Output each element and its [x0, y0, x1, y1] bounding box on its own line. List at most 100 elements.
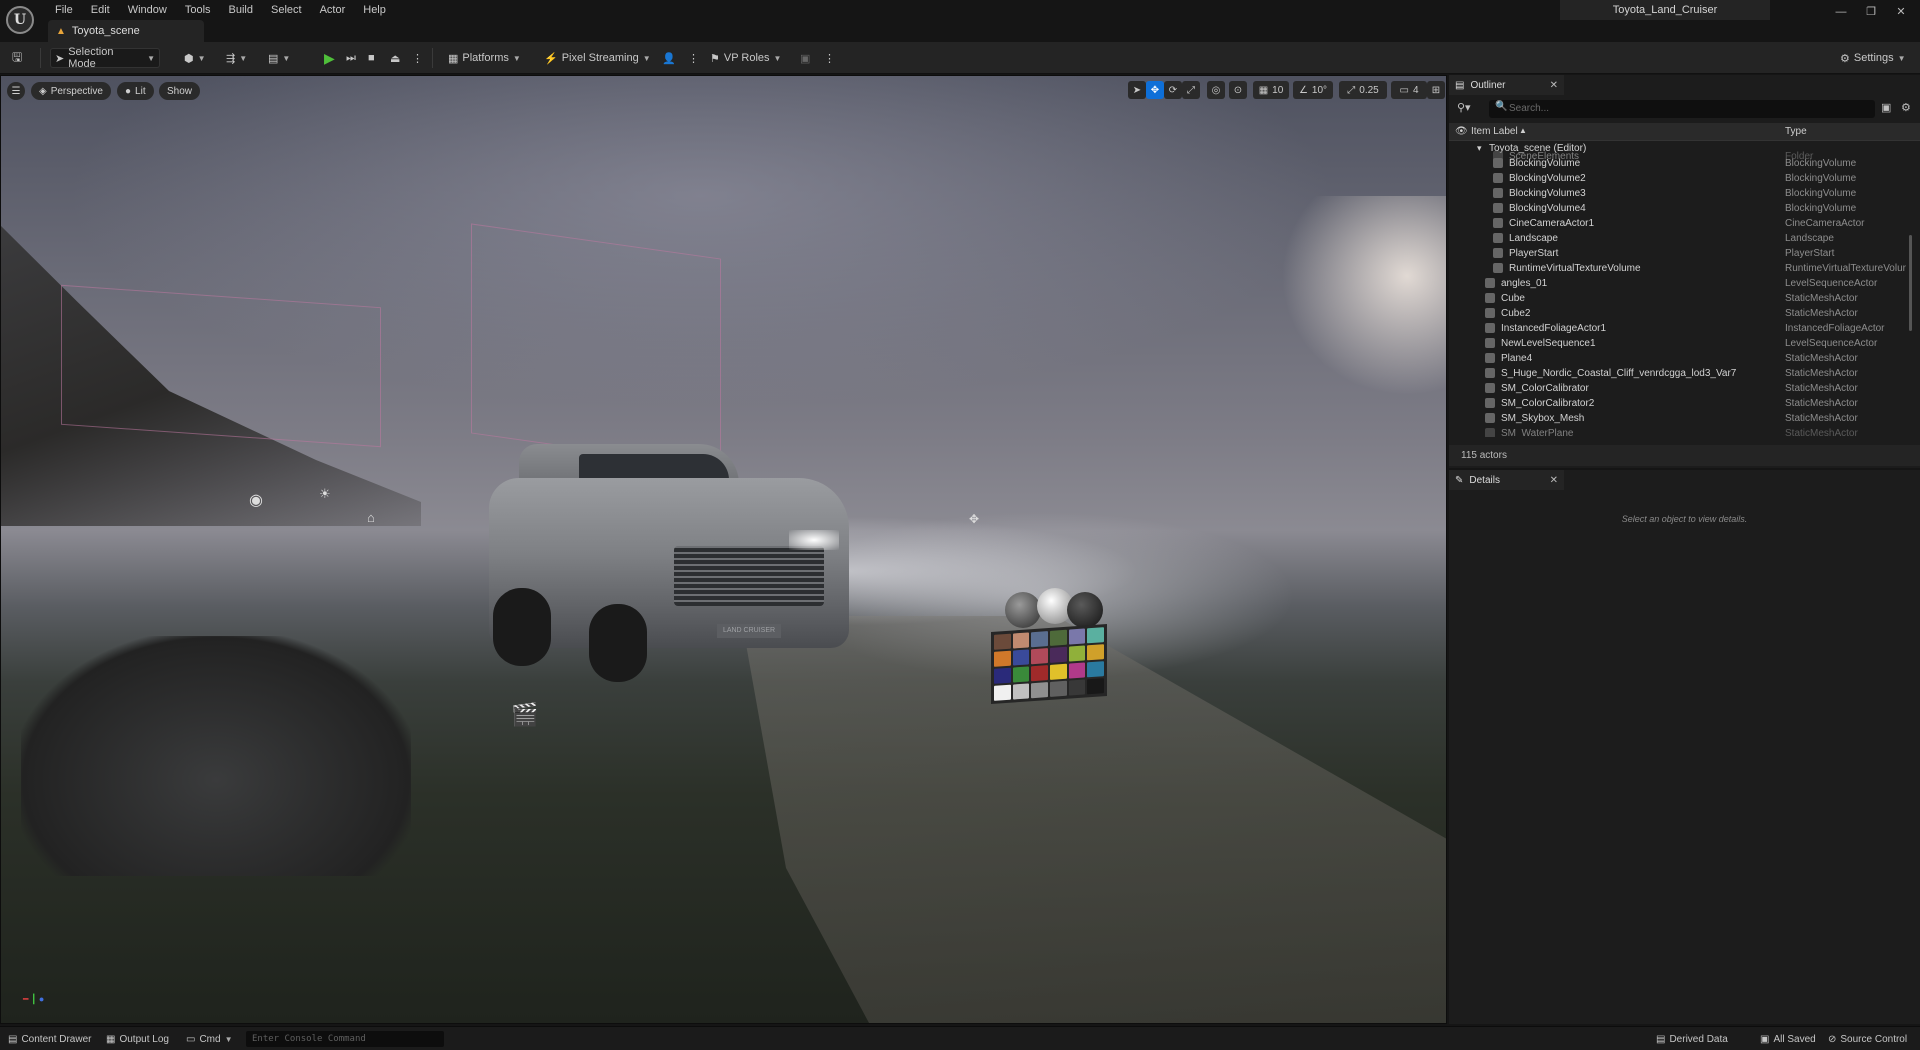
menu-select[interactable]: Select: [262, 2, 311, 18]
tree-row[interactable]: SM_Skybox_Mesh StaticMeshActor: [1449, 411, 1920, 426]
add-folder-icon[interactable]: ▣: [1881, 101, 1891, 114]
kebab-menu-icon: ⋮: [824, 52, 835, 65]
outliner-search-input[interactable]: Search...: [1489, 100, 1875, 118]
actor-type-icon: [1485, 413, 1495, 423]
scale-tool-button[interactable]: ⤢: [1182, 81, 1200, 99]
tree-row-partial[interactable]: SM_WaterPlane StaticMeshActor: [1449, 426, 1920, 437]
tree-row[interactable]: BlockingVolume BlockingVolume: [1449, 156, 1920, 171]
camera-actor-icon[interactable]: ✥: [969, 512, 979, 526]
eye-icon[interactable]: 👁: [1455, 126, 1468, 137]
color-checker-chart[interactable]: [991, 623, 1107, 705]
menu-edit[interactable]: Edit: [82, 2, 119, 18]
cinematics-button[interactable]: ▤ ▼: [264, 48, 294, 68]
tree-row[interactable]: Cube2 StaticMeshActor: [1449, 306, 1920, 321]
tree-row[interactable]: NewLevelSequence1 LevelSequenceActor: [1449, 336, 1920, 351]
restore-button[interactable]: ❐: [1856, 2, 1886, 22]
tree-row[interactable]: InstancedFoliageActor1 InstancedFoliageAc…: [1449, 321, 1920, 336]
selection-mode-dropdown[interactable]: ➤ Selection Mode ▼: [50, 46, 160, 70]
source-control-button[interactable]: ⊘ Source Control: [1828, 1031, 1907, 1047]
multi-user-options-button[interactable]: ⋮: [820, 48, 839, 68]
platforms-dropdown[interactable]: ▦ Platforms ▼: [444, 48, 525, 68]
close-icon[interactable]: ✕: [1550, 475, 1558, 486]
menu-window[interactable]: Window: [119, 2, 176, 18]
play-options-button[interactable]: ⋮: [408, 48, 427, 68]
maximize-viewport-button[interactable]: ⊞: [1427, 81, 1445, 99]
derived-data-button[interactable]: ▤ Derived Data: [1656, 1031, 1728, 1047]
axis-z-icon: ●: [38, 994, 45, 1004]
directional-light-icon[interactable]: ☀: [319, 486, 331, 502]
output-log-button[interactable]: ▦ Output Log: [106, 1031, 169, 1047]
world-local-toggle[interactable]: ◎: [1207, 81, 1225, 99]
tree-row[interactable]: S_Huge_Nordic_Coastal_Cliff_venrdcgga_lo…: [1449, 366, 1920, 381]
translate-tool-button[interactable]: ✥: [1146, 81, 1164, 99]
type-column-header[interactable]: Type: [1785, 126, 1807, 137]
minimize-button[interactable]: —: [1826, 2, 1856, 22]
camera-speed-button[interactable]: ▭ 4: [1391, 81, 1427, 99]
play-icon: ▶: [324, 49, 335, 66]
blueprint-button[interactable]: ⇶ ▼: [222, 48, 251, 68]
select-tool-button[interactable]: ➤: [1128, 81, 1146, 99]
tree-row[interactable]: RuntimeVirtualTextureVolume RuntimeVirtua…: [1449, 261, 1920, 276]
close-window-button[interactable]: ✕: [1886, 2, 1916, 22]
menu-tools[interactable]: Tools: [176, 2, 220, 18]
color-swatch: [1012, 649, 1030, 666]
step-button[interactable]: ⏭: [342, 48, 360, 68]
level-document-tab[interactable]: ▲ Toyota_scene: [48, 20, 204, 42]
player-start-icon[interactable]: ⌂: [367, 510, 375, 525]
rotation-snap-value: 10°: [1311, 84, 1328, 96]
menu-file[interactable]: File: [46, 2, 82, 18]
vp-options-button[interactable]: ⋮: [684, 48, 703, 68]
vp-roles-dropdown[interactable]: ⚑ VP Roles ▼: [706, 48, 785, 68]
tree-row[interactable]: PlayerStart PlayerStart: [1449, 246, 1920, 261]
pixel-streaming-dropdown[interactable]: ⚡ Pixel Streaming ▼: [540, 48, 655, 68]
rotate-tool-button[interactable]: ⟳: [1164, 81, 1182, 99]
tree-row[interactable]: SM_ColorCalibrator StaticMeshActor: [1449, 381, 1920, 396]
save-button[interactable]: 🖫: [8, 48, 26, 68]
show-button[interactable]: Show: [159, 82, 201, 100]
all-saved-button[interactable]: ▣ All Saved: [1760, 1031, 1816, 1047]
tree-row[interactable]: Landscape Landscape: [1449, 231, 1920, 246]
tree-row[interactable]: BlockingVolume3 BlockingVolume: [1449, 186, 1920, 201]
menu-actor[interactable]: Actor: [311, 2, 355, 18]
menu-help[interactable]: Help: [354, 2, 395, 18]
cmd-dropdown[interactable]: ▭ Cmd ▼: [186, 1031, 233, 1047]
scale-snap-button[interactable]: ⤢ 0.25: [1339, 81, 1387, 99]
perspective-button[interactable]: ◈ Perspective: [31, 82, 111, 100]
rotation-snap-button[interactable]: ∠ 10°: [1293, 81, 1333, 99]
outliner-tab[interactable]: ▤ Outliner ✕: [1449, 75, 1564, 95]
level-viewport[interactable]: LAND CRUISER ◉ ☀ ⌂ 🎬 ✥ ☰ ◈ Perspective ● L…: [0, 75, 1447, 1024]
tree-row[interactable]: angles_01 LevelSequenceActor: [1449, 276, 1920, 291]
details-tab[interactable]: ✎ Details ✕: [1449, 470, 1564, 490]
filter-icon[interactable]: ⚲▾: [1457, 101, 1471, 114]
settings-button[interactable]: ⚙ Settings ▼: [1836, 48, 1910, 68]
unreal-logo[interactable]: U: [6, 6, 34, 34]
tree-row[interactable]: CineCameraActor1 CineCameraActor: [1449, 216, 1920, 231]
item-label-column-header[interactable]: Item Label: [1471, 126, 1518, 137]
land-cruiser-model[interactable]: LAND CRUISER: [489, 438, 849, 688]
outliner-settings-gear-icon[interactable]: ⚙: [1901, 101, 1911, 114]
tree-row[interactable]: BlockingVolume2 BlockingVolume: [1449, 171, 1920, 186]
add-actor-button[interactable]: ⬢ ▼: [180, 48, 210, 68]
viewport-menu-button[interactable]: ☰: [7, 82, 25, 100]
surface-snap-button[interactable]: ⊙: [1229, 81, 1247, 99]
content-drawer-button[interactable]: ▤ Content Drawer: [8, 1031, 91, 1047]
outliner-scrollbar[interactable]: [1909, 235, 1912, 331]
sequence-actor-icon[interactable]: 🎬: [511, 702, 538, 728]
light-actor-icon[interactable]: ◉: [249, 490, 263, 510]
tree-row[interactable]: Plane4 StaticMeshActor: [1449, 351, 1920, 366]
tree-row[interactable]: SM_ColorCalibrator2 StaticMeshActor: [1449, 396, 1920, 411]
multi-user-button[interactable]: ▣: [796, 48, 814, 68]
console-command-input[interactable]: Enter Console Command: [246, 1031, 444, 1047]
tree-row[interactable]: BlockingVolume4 BlockingVolume: [1449, 201, 1920, 216]
grid-snap-button[interactable]: ▦ 10: [1253, 81, 1289, 99]
close-icon[interactable]: ✕: [1550, 80, 1558, 91]
menu-build[interactable]: Build: [220, 2, 262, 18]
eject-button[interactable]: ⏏: [386, 48, 404, 68]
stop-button[interactable]: ■: [364, 48, 379, 68]
play-button[interactable]: ▶: [320, 48, 339, 68]
tree-row[interactable]: Cube StaticMeshActor: [1449, 291, 1920, 306]
tree-row-label: Landscape: [1509, 233, 1558, 244]
virtual-production-button[interactable]: 👤: [658, 48, 680, 68]
cmd-label: Cmd: [199, 1033, 221, 1045]
lit-button[interactable]: ● Lit: [117, 82, 154, 100]
